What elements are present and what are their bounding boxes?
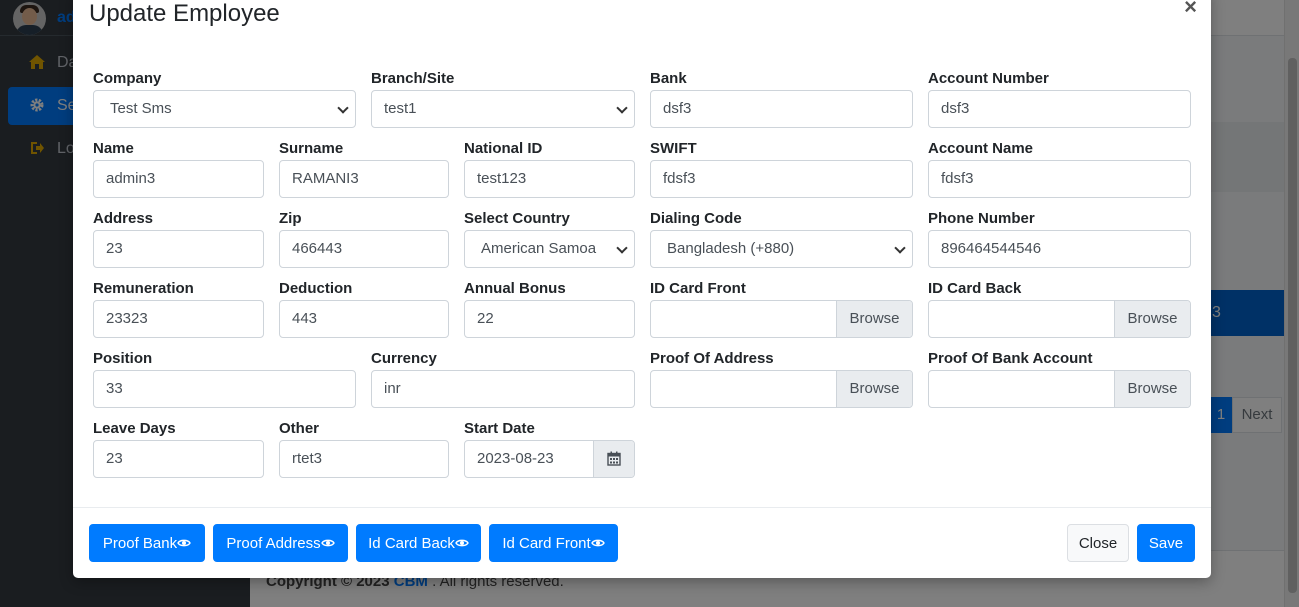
close-icon[interactable]: × xyxy=(1184,0,1197,18)
modal-footer-divider xyxy=(73,507,1211,508)
id-card-back-file-input[interactable]: Browse xyxy=(928,300,1191,338)
browse-button[interactable]: Browse xyxy=(836,301,912,337)
remuneration-label: Remuneration xyxy=(93,280,194,297)
name-input[interactable]: admin3 xyxy=(93,160,264,198)
start-date-input[interactable]: 2023-08-23 xyxy=(464,440,635,478)
other-label: Other xyxy=(279,420,320,437)
account-number-label: Account Number xyxy=(928,70,1049,87)
zip-label: Zip xyxy=(279,210,302,227)
eye-icon xyxy=(590,539,605,547)
modal-title: Update Employee xyxy=(89,0,280,27)
national-id-label: National ID xyxy=(464,140,543,157)
chevron-down-icon xyxy=(337,102,349,114)
phone-label: Phone Number xyxy=(928,210,1035,227)
proof-address-button[interactable]: Proof Address xyxy=(213,524,348,562)
deduction-label: Deduction xyxy=(279,280,353,297)
currency-input[interactable]: inr xyxy=(371,370,635,408)
branch-label: Branch/Site xyxy=(371,70,455,87)
bank-label: Bank xyxy=(650,70,687,87)
browse-button[interactable]: Browse xyxy=(1114,301,1190,337)
proof-of-address-label: Proof Of Address xyxy=(650,350,774,367)
leave-days-input[interactable]: 23 xyxy=(93,440,264,478)
other-input[interactable]: rtet3 xyxy=(279,440,449,478)
leave-days-label: Leave Days xyxy=(93,420,176,437)
browse-button[interactable]: Browse xyxy=(836,371,912,407)
position-label: Position xyxy=(93,350,153,367)
deduction-input[interactable]: 443 xyxy=(279,300,449,338)
proof-of-bank-file-input[interactable]: Browse xyxy=(928,370,1191,408)
surname-label: Surname xyxy=(279,140,344,157)
id-card-front-label: ID Card Front xyxy=(650,280,746,297)
zip-input[interactable]: 466443 xyxy=(279,230,449,268)
id-card-back-button[interactable]: Id Card Back xyxy=(356,524,481,562)
swift-label: SWIFT xyxy=(650,140,697,157)
phone-input[interactable]: 896464544546 xyxy=(928,230,1191,268)
bank-input[interactable]: dsf3 xyxy=(650,90,913,128)
chevron-down-icon xyxy=(616,102,628,114)
surname-input[interactable]: RAMANI3 xyxy=(279,160,449,198)
position-input[interactable]: 33 xyxy=(93,370,356,408)
id-card-back-label: ID Card Back xyxy=(928,280,1022,297)
branch-select[interactable]: test1 xyxy=(371,90,635,128)
update-employee-modal: Update Employee × Company Test Sms Branc… xyxy=(73,0,1211,578)
proof-of-address-file-input[interactable]: Browse xyxy=(650,370,913,408)
swift-input[interactable]: fdsf3 xyxy=(650,160,913,198)
start-date-label: Start Date xyxy=(464,420,535,437)
name-label: Name xyxy=(93,140,134,157)
id-card-front-button[interactable]: Id Card Front xyxy=(489,524,618,562)
eye-icon xyxy=(177,539,191,547)
account-number-input[interactable]: dsf3 xyxy=(928,90,1191,128)
dialing-code-select[interactable]: Bangladesh (+880) xyxy=(650,230,913,268)
save-button[interactable]: Save xyxy=(1137,524,1195,562)
eye-icon xyxy=(455,539,469,547)
browse-button[interactable]: Browse xyxy=(1114,371,1190,407)
proof-of-bank-label: Proof Of Bank Account xyxy=(928,350,1093,367)
chevron-down-icon xyxy=(894,242,906,254)
id-card-front-file-input[interactable]: Browse xyxy=(650,300,913,338)
address-input[interactable]: 23 xyxy=(93,230,264,268)
address-label: Address xyxy=(93,210,154,227)
annual-bonus-input[interactable]: 22 xyxy=(464,300,635,338)
calendar-icon[interactable] xyxy=(593,441,634,477)
close-button[interactable]: Close xyxy=(1067,524,1129,562)
account-name-input[interactable]: fdsf3 xyxy=(928,160,1191,198)
start-date-value: 2023-08-23 xyxy=(477,450,554,467)
eye-icon xyxy=(320,539,335,547)
account-name-label: Account Name xyxy=(928,140,1034,157)
chevron-down-icon xyxy=(616,242,628,254)
dialing-code-label: Dialing Code xyxy=(650,210,742,227)
country-label: Select Country xyxy=(464,210,570,227)
annual-bonus-label: Annual Bonus xyxy=(464,280,566,297)
proof-bank-button[interactable]: Proof Bank xyxy=(89,524,205,562)
currency-label: Currency xyxy=(371,350,437,367)
company-select[interactable]: Test Sms xyxy=(93,90,356,128)
company-label: Company xyxy=(93,70,162,87)
remuneration-input[interactable]: 23323 xyxy=(93,300,264,338)
national-id-input[interactable]: test123 xyxy=(464,160,635,198)
country-select[interactable]: American Samoa xyxy=(464,230,635,268)
